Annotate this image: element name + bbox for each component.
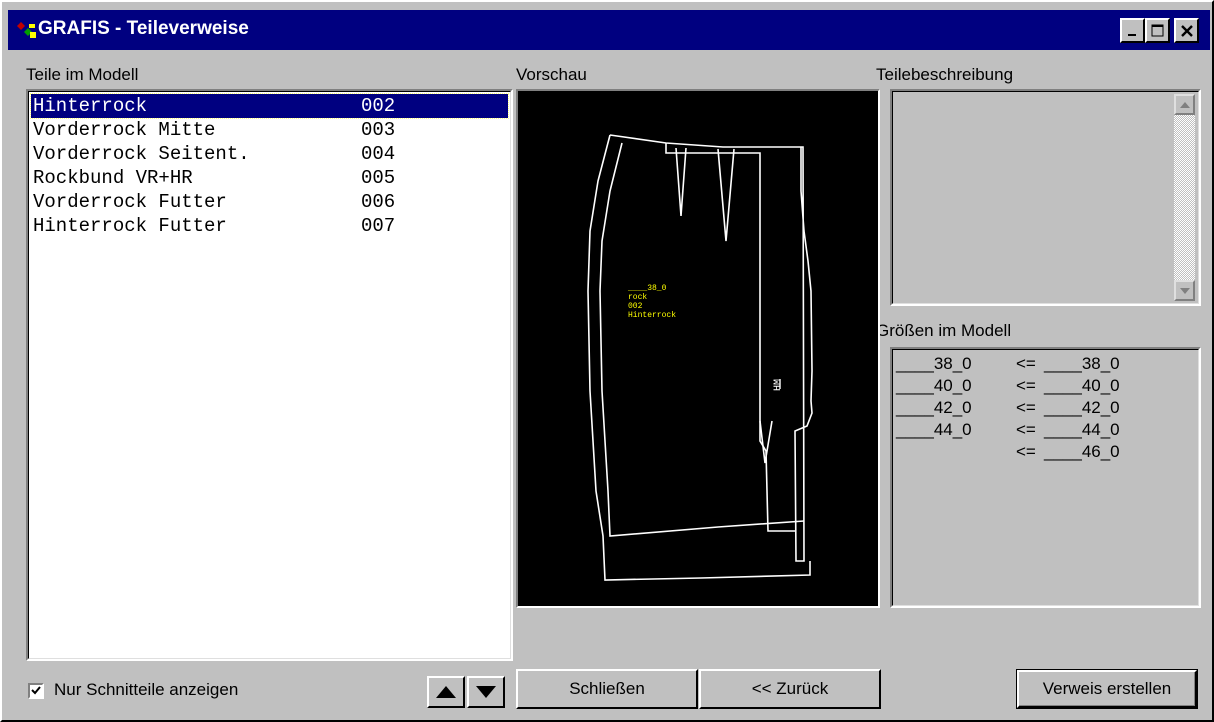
size-source: ____40_0 bbox=[896, 376, 972, 395]
part-name: Rockbund VR+HR bbox=[33, 167, 193, 189]
close-window-button[interactable] bbox=[1174, 18, 1199, 43]
part-name: Hinterrock bbox=[33, 95, 148, 117]
dialog-window: GRAFIS - Teileverweise Teile im Modell V… bbox=[0, 0, 1214, 722]
description-scrollbar[interactable] bbox=[1174, 94, 1195, 301]
scroll-down-button[interactable] bbox=[1174, 280, 1195, 301]
scroll-up-icon bbox=[1179, 101, 1190, 108]
part-number: 006 bbox=[361, 191, 396, 213]
list-item[interactable]: Rockbund VR+HR 005 bbox=[31, 166, 508, 190]
sizes-label: Größen im Modell bbox=[876, 321, 1012, 340]
size-source: ____38_0 bbox=[896, 354, 972, 373]
window-title: GRAFIS - Teileverweise bbox=[38, 18, 249, 39]
only-patterns-label: Nur Schnitteile anzeigen bbox=[54, 680, 239, 699]
size-arrow: <= bbox=[1016, 420, 1036, 439]
part-name: Vorderrock Futter bbox=[33, 191, 227, 213]
part-number: 002 bbox=[361, 95, 396, 117]
pattern-outline bbox=[587, 134, 813, 581]
size-arrow: <= bbox=[1016, 376, 1036, 395]
part-name: Vorderrock Seitent. bbox=[33, 143, 250, 165]
scroll-down-icon bbox=[1179, 287, 1190, 294]
size-row: ____42_0 <= ____42_0 bbox=[892, 397, 1192, 419]
size-source: ____42_0 bbox=[896, 398, 972, 417]
preview-label: Vorschau bbox=[516, 65, 587, 84]
pattern-label-name: Hinterrock bbox=[628, 311, 676, 320]
grafis-app-icon bbox=[17, 22, 36, 38]
parts-listbox[interactable]: Hinterrock 002 Vorderrock Mitte 003 Vorderro… bbox=[26, 89, 513, 661]
part-number: 004 bbox=[361, 143, 396, 165]
size-target: ____38_0 bbox=[1044, 354, 1120, 373]
size-row: ____44_0 <= ____44_0 bbox=[892, 419, 1192, 441]
preview-panel: HM ____38_0 rock 002 Hinterrock bbox=[516, 89, 880, 608]
list-item[interactable]: Hinterrock Futter 007 bbox=[31, 214, 508, 238]
part-name: Vorderrock Mitte bbox=[33, 119, 216, 141]
only-patterns-checkbox-row[interactable]: Nur Schnitteile anzeigen bbox=[26, 680, 326, 702]
maximize-icon bbox=[1151, 24, 1163, 36]
parts-label: Teile im Modell bbox=[26, 65, 139, 84]
list-item[interactable]: Vorderrock Mitte 003 bbox=[31, 118, 508, 142]
pattern-label-model: rock bbox=[628, 293, 647, 302]
size-arrow: <= bbox=[1016, 398, 1036, 417]
arrow-up-icon bbox=[436, 686, 456, 698]
part-number: 007 bbox=[361, 215, 396, 237]
pattern-label: ____38_0 rock 002 Hinterrock bbox=[627, 284, 676, 320]
size-target: ____44_0 bbox=[1044, 420, 1120, 439]
pattern-label-number: 002 bbox=[628, 302, 643, 311]
pattern-preview-drawing: HM ____38_0 rock 002 Hinterrock bbox=[587, 134, 813, 581]
size-row: ____38_0 <= ____38_0 bbox=[892, 353, 1192, 375]
arrow-down-icon bbox=[476, 686, 496, 698]
size-row: ____40_0 <= ____40_0 bbox=[892, 375, 1192, 397]
part-name: Hinterrock Futter bbox=[33, 215, 227, 237]
create-reference-button[interactable]: Verweis erstellen bbox=[1016, 669, 1198, 709]
list-item[interactable]: Vorderrock Seitent. 004 bbox=[31, 142, 508, 166]
list-item[interactable]: Vorderrock Futter 006 bbox=[31, 190, 508, 214]
part-number: 003 bbox=[361, 119, 396, 141]
pattern-marker-text: HM bbox=[773, 379, 784, 391]
minimize-icon bbox=[1127, 33, 1136, 36]
list-item[interactable]: Hinterrock 002 bbox=[30, 93, 509, 119]
size-source: ____44_0 bbox=[896, 420, 972, 439]
only-patterns-checkbox[interactable] bbox=[28, 683, 44, 699]
move-up-button[interactable] bbox=[427, 676, 465, 708]
size-arrow: <= bbox=[1016, 442, 1036, 461]
scroll-up-button[interactable] bbox=[1174, 94, 1195, 115]
sizes-box: ____38_0 <= ____38_0 ____40_0 <= ____40_0 ____… bbox=[890, 347, 1201, 608]
minimize-button[interactable] bbox=[1120, 18, 1145, 43]
description-textbox[interactable] bbox=[890, 89, 1201, 306]
size-target: ____42_0 bbox=[1044, 398, 1120, 417]
description-label: Teilebeschreibung bbox=[876, 65, 1014, 84]
title-bar[interactable]: GRAFIS - Teileverweise bbox=[8, 10, 1210, 50]
pattern-label-size: ____38_0 bbox=[627, 284, 667, 293]
size-arrow: <= bbox=[1016, 354, 1036, 373]
size-target: ____46_0 bbox=[1044, 442, 1120, 461]
move-down-button[interactable] bbox=[467, 676, 505, 708]
close-button[interactable]: Schließen bbox=[516, 669, 698, 709]
part-number: 005 bbox=[361, 167, 396, 189]
maximize-button[interactable] bbox=[1145, 18, 1170, 43]
back-button[interactable]: << Zurück bbox=[699, 669, 881, 709]
close-icon bbox=[1180, 24, 1193, 37]
checkmark-icon bbox=[31, 686, 41, 695]
size-row: <= ____46_0 bbox=[892, 441, 1192, 463]
size-target: ____40_0 bbox=[1044, 376, 1120, 395]
